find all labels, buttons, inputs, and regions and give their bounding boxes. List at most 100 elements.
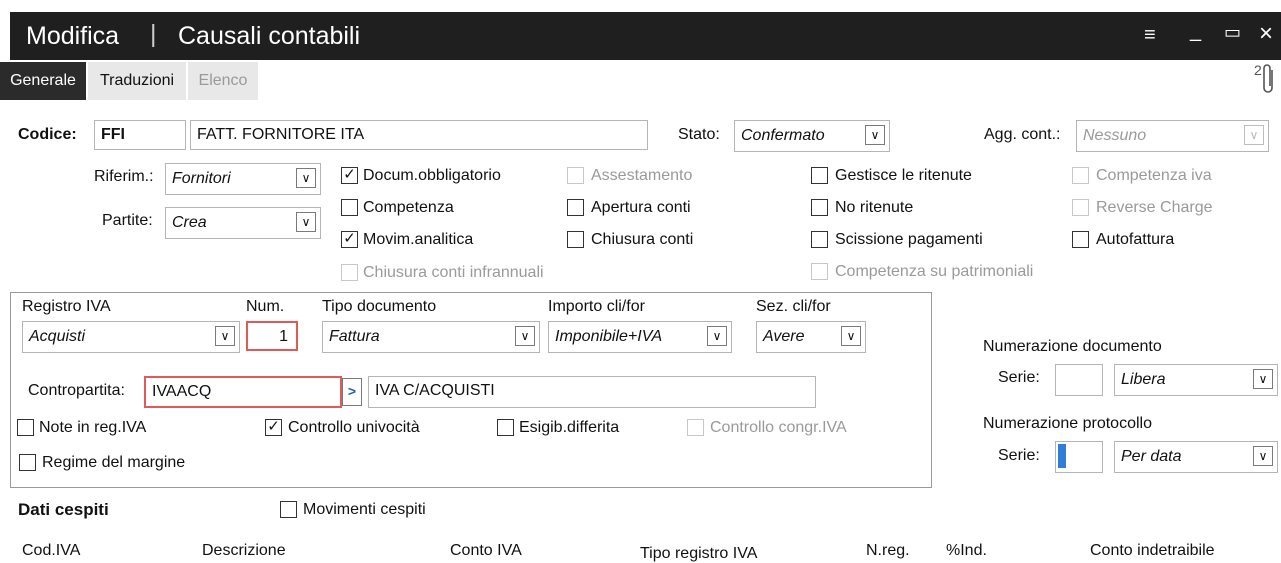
reverse-charge-checkbox[interactable]: [1072, 199, 1089, 216]
controllo-univocita-label: Controllo univocità: [288, 419, 420, 436]
importo-value: Imponibile+IVA: [555, 328, 663, 345]
tab-elenco[interactable]: Elenco: [188, 62, 258, 100]
chevron-down-icon[interactable]: ∨: [515, 326, 535, 346]
chevron-down-icon[interactable]: ∨: [1244, 125, 1264, 145]
chiusura-infrannuali-label: Chiusura conti infrannuali: [363, 264, 544, 281]
chevron-down-icon[interactable]: ∨: [1253, 446, 1273, 466]
movim-analitica-label: Movim.analitica: [363, 231, 474, 248]
zoom-button[interactable]: >: [342, 378, 362, 406]
chevron-down-icon[interactable]: ∨: [1253, 369, 1273, 389]
menu-icon[interactable]: ≡: [1144, 24, 1156, 47]
esigib-differita-label: Esigib.differita: [519, 419, 620, 436]
tipo-documento-combo[interactable]: Fattura ∨: [322, 321, 540, 353]
num-label: Num.: [246, 298, 285, 315]
serie-documento-field[interactable]: [1055, 364, 1103, 396]
serie-protocollo-label: Serie:: [998, 447, 1040, 464]
contropartita-label: Contropartita:: [28, 382, 125, 399]
title-bar: Modifica | Causali contabili ≡ _ ▭ ×: [10, 12, 1281, 60]
assestamento-label: Assestamento: [591, 167, 693, 184]
registro-iva-value: Acquisti: [29, 328, 86, 345]
chevron-down-icon[interactable]: ∨: [841, 326, 861, 346]
assestamento-checkbox[interactable]: [567, 167, 584, 184]
registro-iva-label: Registro IVA: [22, 298, 111, 315]
registro-iva-combo[interactable]: Acquisti ∨: [22, 321, 240, 353]
chiusura-conti-checkbox[interactable]: [567, 231, 584, 248]
competenza-label: Competenza: [363, 199, 454, 216]
numerazione-documento-combo[interactable]: Libera ∨: [1114, 364, 1278, 396]
partite-combo[interactable]: Crea ∨: [165, 207, 321, 239]
contropartita-code-field[interactable]: IVAACQ: [144, 376, 342, 408]
chevron-down-icon[interactable]: ∨: [296, 168, 316, 188]
close-icon[interactable]: ×: [1259, 20, 1273, 48]
movimenti-cespiti-checkbox[interactable]: [280, 501, 297, 518]
chevron-down-icon[interactable]: ∨: [707, 326, 727, 346]
scissione-pagamenti-label: Scissione pagamenti: [835, 231, 983, 248]
window-title: Causali contabili: [178, 22, 361, 50]
docum-obbligatorio-checkbox[interactable]: ✓: [341, 167, 358, 184]
tab-generale[interactable]: Generale: [0, 62, 86, 100]
controllo-congr-iva-label: Controllo congr.IVA: [710, 419, 847, 436]
sez-combo[interactable]: Avere ∨: [756, 321, 866, 353]
autofattura-checkbox[interactable]: [1072, 231, 1089, 248]
controllo-congr-iva-checkbox[interactable]: [687, 419, 704, 436]
codice-field[interactable]: FFI: [94, 120, 186, 150]
text-cursor: [1058, 444, 1066, 468]
attachments-count: 2: [1254, 62, 1262, 78]
riferim-value: Fornitori: [172, 170, 231, 187]
competenza-patrimoniali-checkbox[interactable]: [811, 263, 828, 280]
controllo-univocita-checkbox[interactable]: ✓: [265, 419, 282, 436]
stato-value: Confermato: [741, 127, 825, 144]
codice-label: Codice:: [18, 126, 77, 143]
column-header-cod-iva[interactable]: Cod.IVA: [22, 542, 80, 560]
sez-label: Sez. cli/for: [756, 298, 831, 315]
column-header-perc-ind[interactable]: %Ind.: [946, 542, 987, 560]
chiusura-infrannuali-checkbox[interactable]: [341, 264, 358, 281]
movim-analitica-checkbox[interactable]: ✓: [341, 231, 358, 248]
maximize-icon[interactable]: ▭: [1224, 22, 1241, 43]
sez-value: Avere: [763, 328, 805, 345]
dati-cespiti-title: Dati cespiti: [18, 500, 109, 519]
competenza-patrimoniali-label: Competenza su patrimoniali: [835, 263, 1034, 280]
column-header-conto-indetraibile[interactable]: Conto indetraibile: [1090, 542, 1215, 560]
note-reg-iva-label: Note in reg.IVA: [39, 419, 147, 436]
minimize-icon[interactable]: _: [1190, 20, 1201, 43]
chevron-down-icon[interactable]: ∨: [215, 326, 235, 346]
gestisce-ritenute-checkbox[interactable]: [811, 167, 828, 184]
numerazione-protocollo-label: Numerazione protocollo: [983, 415, 1152, 432]
column-header-conto-iva[interactable]: Conto IVA: [450, 542, 522, 560]
agg-cont-value: Nessuno: [1083, 127, 1147, 144]
stato-combo[interactable]: Confermato ∨: [734, 120, 890, 152]
column-header-descrizione[interactable]: Descrizione: [202, 542, 286, 560]
riferim-label: Riferim.:: [94, 168, 154, 185]
stato-label: Stato:: [678, 126, 720, 143]
tab-traduzioni[interactable]: Traduzioni: [88, 62, 186, 100]
competenza-iva-checkbox[interactable]: [1072, 167, 1089, 184]
paperclip-icon: [1263, 64, 1273, 93]
riferim-combo[interactable]: Fornitori ∨: [165, 163, 321, 195]
regime-margine-checkbox[interactable]: [19, 454, 36, 471]
agg-cont-combo[interactable]: Nessuno ∨: [1076, 120, 1269, 152]
regime-margine-label: Regime del margine: [42, 454, 186, 471]
chevron-down-icon[interactable]: ∨: [865, 125, 885, 145]
column-header-n-reg[interactable]: N.reg.: [866, 542, 910, 560]
autofattura-label: Autofattura: [1096, 231, 1175, 248]
column-header-tipo-registro[interactable]: Tipo registro IVA: [640, 545, 757, 563]
apertura-conti-label: Apertura conti: [591, 199, 691, 216]
top-margin: [0, 0, 1281, 12]
no-ritenute-checkbox[interactable]: [811, 199, 828, 216]
numerazione-protocollo-combo[interactable]: Per data ∨: [1114, 441, 1278, 473]
competenza-checkbox[interactable]: [341, 199, 358, 216]
chevron-down-icon[interactable]: ∨: [296, 212, 316, 232]
importo-combo[interactable]: Imponibile+IVA ∨: [548, 321, 732, 353]
contropartita-desc-field[interactable]: IVA C/ACQUISTI: [368, 376, 816, 408]
descrizione-field[interactable]: FATT. FORNITORE ITA: [190, 120, 648, 150]
serie-documento-label: Serie:: [998, 369, 1040, 386]
esigib-differita-checkbox[interactable]: [497, 419, 514, 436]
tipo-documento-value: Fattura: [329, 328, 380, 345]
note-reg-iva-checkbox[interactable]: [17, 419, 34, 436]
num-field[interactable]: 1: [246, 321, 298, 351]
serie-protocollo-field[interactable]: [1055, 441, 1103, 473]
apertura-conti-checkbox[interactable]: [567, 199, 584, 216]
partite-label: Partite:: [102, 212, 153, 229]
scissione-pagamenti-checkbox[interactable]: [811, 231, 828, 248]
